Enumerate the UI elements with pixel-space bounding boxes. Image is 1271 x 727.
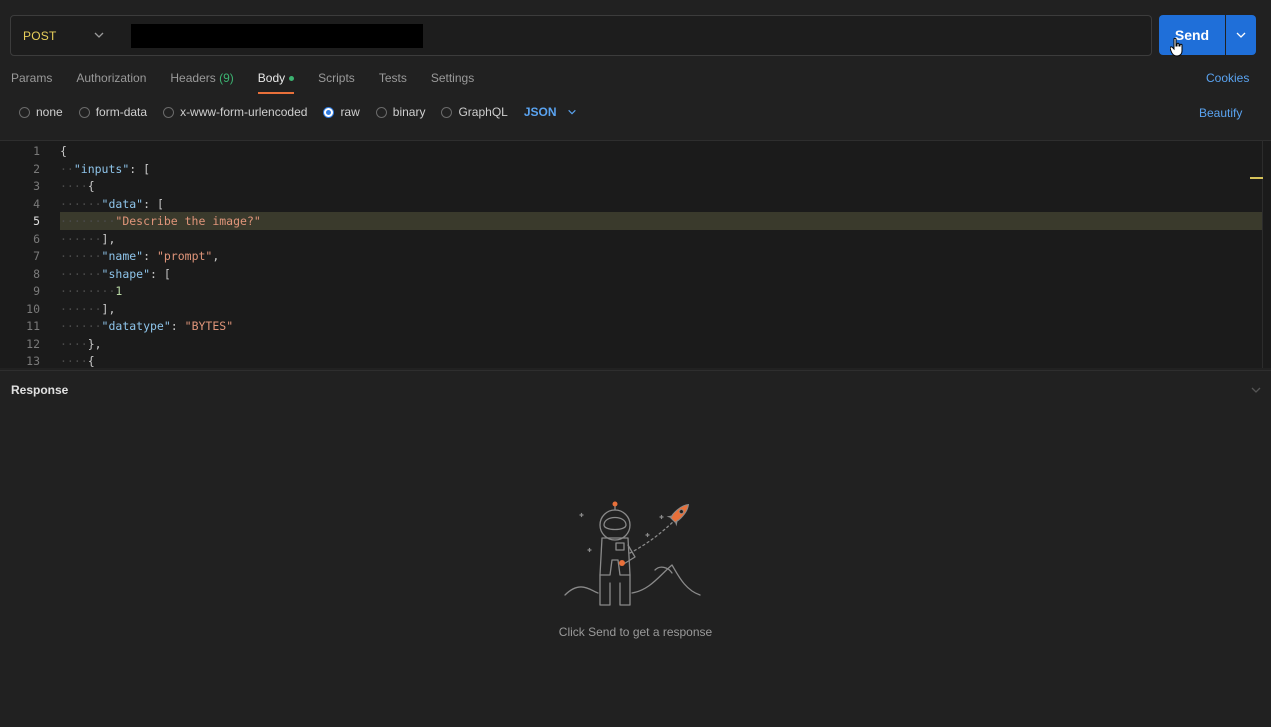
format-label: JSON <box>523 105 557 119</box>
body-type-graphql[interactable]: GraphQL <box>441 105 508 119</box>
scroll-marker <box>1250 177 1263 179</box>
response-empty-message: Click Send to get a response <box>558 625 713 639</box>
code-line: ····}, <box>60 336 102 351</box>
line-number: 1 <box>33 144 40 158</box>
code-line: { <box>60 144 67 158</box>
tab-scripts[interactable]: Scripts <box>318 70 355 94</box>
body-type-raw[interactable]: raw <box>323 105 360 119</box>
radio-icon <box>19 106 30 118</box>
tab-body[interactable]: Body <box>257 70 295 94</box>
tab-authorization[interactable]: Authorization <box>76 70 146 94</box>
response-divider[interactable] <box>0 370 1271 371</box>
chevron-down-icon[interactable] <box>1250 384 1262 396</box>
radio-selected-icon <box>323 106 335 118</box>
code-line: ······], <box>60 231 116 246</box>
code-line: ····{ <box>60 354 95 368</box>
tab-tests[interactable]: Tests <box>379 70 407 94</box>
format-select[interactable]: JSON <box>524 105 577 119</box>
tab-params[interactable]: Params <box>11 70 52 94</box>
body-type-binary[interactable]: binary <box>375 105 425 119</box>
line-number: 6 <box>33 231 40 246</box>
line-number: 13 <box>26 354 40 368</box>
line-number: 11 <box>26 319 40 333</box>
code-line: ········1 <box>60 284 123 298</box>
line-number: 9 <box>33 284 40 298</box>
cookies-link[interactable]: Cookies <box>1206 71 1249 85</box>
line-number: 2 <box>33 161 40 176</box>
headers-count: (9) <box>219 71 234 85</box>
line-number: 10 <box>26 301 40 316</box>
code-line: ······"data": [ <box>60 196 164 211</box>
line-number: 12 <box>26 336 40 351</box>
chevron-down-icon <box>567 109 576 115</box>
radio-icon <box>163 106 175 118</box>
chevron-down-icon <box>1236 32 1246 38</box>
tab-settings[interactable]: Settings <box>431 70 474 94</box>
hand-cursor-icon <box>1170 38 1183 57</box>
code-line: ········"Describe the image?" <box>60 214 261 228</box>
code-line: ······], <box>60 301 116 316</box>
code-line: ······"datatype": "BYTES" <box>60 319 234 333</box>
astronaut-rocket-illustration <box>564 501 701 606</box>
url-input[interactable] <box>131 24 423 48</box>
chevron-down-icon <box>94 32 104 38</box>
body-type-options: none form-data x-www-form-urlencoded raw… <box>19 105 577 119</box>
tab-headers[interactable]: Headers (9) <box>170 70 233 94</box>
request-tabs: Params Authorization Headers (9) Body Sc… <box>11 70 498 94</box>
body-type-form-data[interactable]: form-data <box>78 105 147 119</box>
editor-scrollbar[interactable] <box>1262 140 1270 368</box>
method-label: POST <box>23 28 57 43</box>
line-number: 3 <box>33 179 40 193</box>
body-type-urlencoded[interactable]: x-www-form-urlencoded <box>163 105 307 119</box>
line-number: 7 <box>33 249 40 263</box>
send-button[interactable]: Send <box>1159 15 1225 55</box>
code-line: ······"shape": [ <box>60 266 171 281</box>
code-line: ··"inputs": [ <box>60 161 151 176</box>
line-number: 5 <box>33 214 40 228</box>
code-line: ······"name": "prompt", <box>60 249 220 263</box>
url-bar: POST <box>10 15 1152 56</box>
line-number: 8 <box>33 266 40 281</box>
code-editor[interactable]: 1 2 3 4 5 6 7 8 9 10 11 12 13 { ··"input… <box>0 140 1271 368</box>
beautify-button[interactable]: Beautify <box>1199 106 1242 120</box>
body-type-none[interactable]: none <box>19 105 63 119</box>
radio-icon <box>375 106 387 118</box>
radio-icon <box>441 106 453 118</box>
line-number: 4 <box>33 196 40 211</box>
modified-dot-icon <box>289 76 295 82</box>
radio-icon <box>78 106 90 118</box>
response-title: Response <box>11 383 69 397</box>
send-options-button[interactable] <box>1226 15 1256 55</box>
method-select[interactable]: POST <box>11 16 123 55</box>
code-line: ····{ <box>60 179 95 193</box>
